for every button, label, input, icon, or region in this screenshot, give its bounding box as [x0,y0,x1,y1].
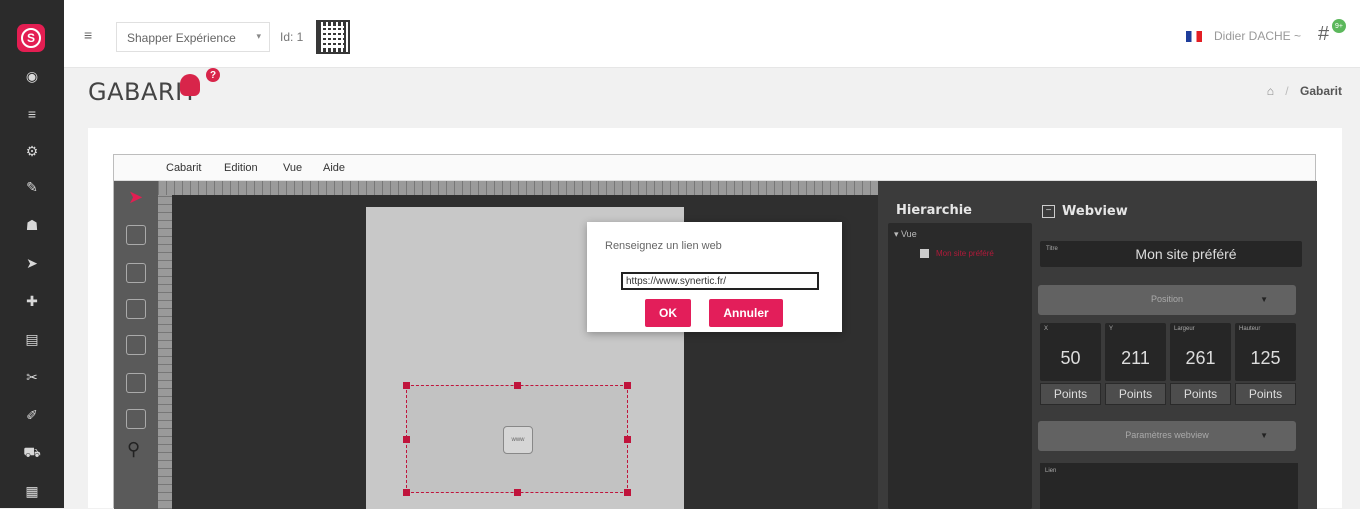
cart-icon[interactable]: ⛟ [22,443,42,463]
width-field[interactable]: Largeur 261 [1170,323,1231,381]
app-logo[interactable]: S [17,24,45,52]
resize-handle[interactable] [403,436,410,443]
webview-icon: www [503,426,533,454]
image-tool-icon[interactable] [126,299,146,319]
link-dialog: Renseignez un lien web OK Annuler [587,222,842,332]
menu-item-vue[interactable]: Vue [283,162,302,174]
link-field[interactable]: Lien [1040,463,1298,509]
calendar-icon[interactable]: ▦ [22,481,42,501]
resize-handle[interactable] [514,489,521,496]
x-value: 50 [1060,348,1081,368]
title-field[interactable]: Titre Mon site préféré [1040,241,1302,267]
dropdown-arrow-icon: ▼ [1260,295,1268,304]
project-select-value: Shapper Expérience [127,31,236,45]
breadcrumb-current: Gabarit [1299,84,1342,98]
tool-palette: ➤ ⚲ [114,181,158,509]
menu-item-edition[interactable]: Edition [224,162,258,174]
users-icon[interactable]: ☗ [22,215,42,235]
webview-params-dropdown[interactable]: Paramètres webview ▼ [1038,421,1296,451]
ruler-vertical [158,195,172,509]
list-tool-icon[interactable] [126,335,146,355]
hierarchy-title: Hierarchie [896,203,972,218]
resize-handle[interactable] [624,436,631,443]
height-value: 125 [1250,348,1281,368]
webview-node-icon [920,249,929,258]
left-navbar: S ◉ ≡ ⚙ ✎ ☗ ➤ ✚ ▤ ✂ ✐ ⛟ ▦ [0,0,64,508]
send-icon[interactable]: ➤ [22,253,42,273]
width-value: 261 [1185,348,1216,368]
resize-handle[interactable] [624,489,631,496]
text-tool-icon[interactable] [126,373,146,393]
hashtag-icon[interactable]: # [1318,23,1329,46]
webview-panel-title: Webview [1062,204,1128,219]
width-unit-select[interactable]: Points [1170,383,1231,405]
french-flag-icon[interactable] [1186,31,1202,42]
card-icon[interactable]: ▤ [22,329,42,349]
dialog-prompt: Renseignez un lien web [605,240,722,252]
wrench-icon[interactable]: ✂ [22,367,42,387]
height-field[interactable]: Hauteur 125 [1235,323,1296,381]
hierarchy-tree: ▾ Vue Mon site préféré [888,223,1032,509]
webview-element[interactable]: www [403,382,631,496]
cancel-button[interactable]: Annuler [709,299,783,327]
width-label: Largeur [1174,326,1195,332]
x-label: X [1044,326,1049,332]
tree-node-webview[interactable]: Mon site préféré [936,248,994,259]
qr-code-pattern [322,26,344,48]
chevron-down-icon: ▾ [256,31,261,41]
x-field[interactable]: X 50 [1040,323,1101,381]
breadcrumb: ⌂ / Gabarit [1267,84,1342,98]
breadcrumb-separator: / [1285,84,1289,98]
menu-item-aide[interactable]: Aide [323,162,345,174]
menu-toggle-icon[interactable]: ≡ [84,27,92,43]
resize-handle[interactable] [403,489,410,496]
help-icon[interactable]: ? [206,68,220,82]
video-tool-icon[interactable] [126,263,146,283]
collapse-icon[interactable]: − [1042,205,1055,218]
settings-icon[interactable]: ⚙ [22,141,42,161]
top-bar: ≡ Shapper Expérience ▾ Id: 1 Didier DACH… [64,0,1360,68]
notification-badge: 9+ [1332,19,1346,33]
position-dropdown[interactable]: Position ▼ [1038,285,1296,315]
project-id: Id: 1 [280,30,304,44]
puzzle-icon[interactable]: ✚ [22,291,42,311]
resize-handle[interactable] [403,382,410,389]
dropdown-arrow-icon: ▼ [1260,431,1268,440]
y-unit-select[interactable]: Points [1105,383,1166,405]
brush-icon[interactable]: ✐ [22,405,42,425]
title-field-value: Mon site préféré [1135,246,1237,262]
dashboard-icon[interactable]: ◉ [22,66,42,86]
height-label: Hauteur [1239,326,1261,332]
url-input[interactable] [621,272,819,290]
home-icon[interactable]: ⌂ [1267,84,1274,98]
x-unit-select[interactable]: Points [1040,383,1101,405]
resize-handle[interactable] [514,382,521,389]
list-icon[interactable]: ≡ [22,104,42,124]
zoom-search-icon[interactable]: ⚲ [127,439,147,459]
y-value: 211 [1121,348,1150,368]
menu-item-cabarit[interactable]: Cabarit [166,162,201,174]
container-tool-icon[interactable] [126,225,146,245]
ruler-horizontal [158,181,878,195]
link-field-label: Lien [1045,468,1057,474]
y-field[interactable]: Y 211 [1105,323,1166,381]
position-label: Position [1150,294,1184,304]
webview-params-label: Paramètres webview [1125,430,1209,440]
y-label: Y [1109,326,1114,332]
height-unit-select[interactable]: Points [1235,383,1296,405]
select-arrow-icon[interactable]: ➤ [128,187,148,207]
tree-node-vue[interactable]: ▾ Vue [894,229,917,240]
mascot-icon [180,74,200,96]
user-menu[interactable]: Didier DACHE ~ [1214,29,1301,43]
edit-icon[interactable]: ✎ [22,177,42,197]
editor-menubar: Cabarit Edition Vue Aide [114,155,1315,181]
project-select[interactable]: Shapper Expérience ▾ [116,22,270,52]
webview-tool-icon[interactable] [126,409,146,429]
resize-handle[interactable] [624,382,631,389]
properties-sidebar: Hierarchie ▾ Vue Mon site préféré − Webv… [878,181,1317,509]
ok-button[interactable]: OK [645,299,691,327]
